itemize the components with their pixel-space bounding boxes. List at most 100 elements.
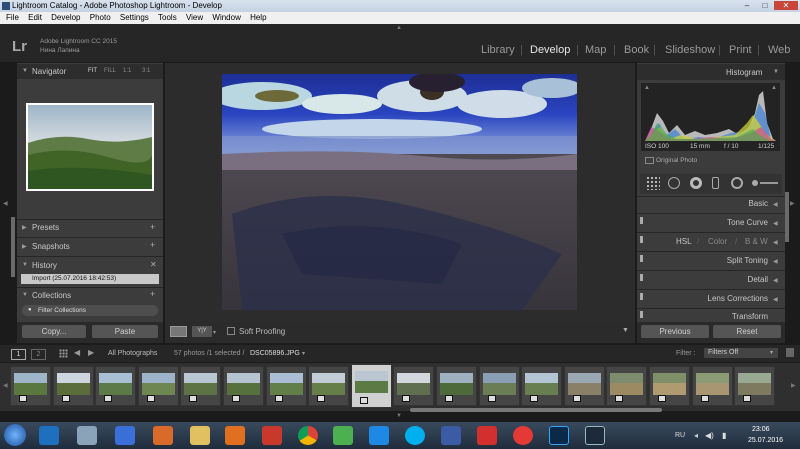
grid-view-icon[interactable]: [59, 349, 68, 358]
filmstrip-scroll-right-icon[interactable]: ▶: [791, 382, 796, 389]
lens-corrections-section-title[interactable]: Lens Corrections: [640, 294, 768, 303]
selected-filename[interactable]: DSC05896.JPG: [250, 350, 300, 357]
transform-section-title[interactable]: Transform: [640, 312, 768, 321]
menu-settings[interactable]: Settings: [120, 13, 149, 22]
zoom-3-1[interactable]: 3:1: [142, 68, 150, 74]
volume-icon[interactable]: ◀): [705, 431, 714, 440]
add-preset-icon[interactable]: +: [150, 222, 155, 232]
module-library[interactable]: Library: [481, 44, 515, 56]
soft-proofing-checkbox[interactable]: [227, 327, 235, 335]
hsl-toggle[interactable]: [640, 236, 643, 243]
internet-explorer-taskbar-icon[interactable]: [369, 426, 389, 445]
outlook-taskbar-icon[interactable]: [39, 426, 59, 445]
collapse-left-icon[interactable]: ◀: [3, 200, 8, 207]
thumbnail[interactable]: [478, 366, 520, 406]
main-window-button[interactable]: 1: [11, 349, 26, 360]
histogram-header[interactable]: [637, 64, 785, 80]
add-collection-icon[interactable]: +: [150, 289, 155, 299]
snapshots-title[interactable]: Snapshots: [32, 242, 70, 251]
creative-cloud-taskbar-icon[interactable]: [513, 426, 533, 445]
thumbnail[interactable]: [734, 366, 776, 406]
chevron-down-icon[interactable]: ▾: [213, 329, 216, 336]
close-button[interactable]: ✕: [774, 1, 798, 10]
tone-curve-section-title[interactable]: Tone Curve: [640, 218, 768, 227]
thumbnail[interactable]: [223, 366, 264, 406]
back-arrow-icon[interactable]: ◀: [74, 348, 80, 357]
brush-slider[interactable]: [760, 182, 778, 184]
vpn-taskbar-icon[interactable]: [441, 426, 461, 445]
paste-button[interactable]: Paste: [92, 325, 158, 338]
app-taskbar-icon[interactable]: [262, 426, 282, 445]
language-indicator[interactable]: RU: [675, 432, 685, 439]
copy-button[interactable]: Copy...: [22, 325, 86, 338]
collapse-bottom-icon[interactable]: ▼: [396, 413, 402, 419]
thumbnail[interactable]: [137, 366, 179, 406]
crop-overlay-icon[interactable]: [646, 176, 660, 190]
history-title[interactable]: History: [32, 261, 57, 270]
basic-section-title[interactable]: Basic: [640, 199, 768, 208]
detail-expand-icon[interactable]: ◀: [773, 277, 778, 284]
calculator-taskbar-icon[interactable]: [77, 426, 97, 445]
clear-history-icon[interactable]: ✕: [150, 260, 157, 269]
menu-develop[interactable]: Develop: [51, 13, 80, 22]
graduated-filter-icon[interactable]: [712, 177, 719, 189]
thumbnail[interactable]: [563, 366, 605, 406]
history-item[interactable]: Import (25.07.2016 18:42:53): [21, 274, 159, 284]
filter-dropdown[interactable]: Filters Off: [704, 348, 778, 358]
module-develop[interactable]: Develop: [530, 44, 570, 56]
thumbnail[interactable]: [436, 366, 477, 406]
start-button[interactable]: [4, 424, 26, 446]
original-photo-checkbox[interactable]: [645, 157, 654, 164]
thumbnail[interactable]: [265, 366, 307, 406]
thumbnail-selected[interactable]: [350, 364, 392, 408]
navigator-preview[interactable]: [26, 103, 154, 191]
menu-file[interactable]: File: [6, 13, 19, 22]
tray-arrow-icon[interactable]: ◂: [694, 431, 698, 440]
reset-button[interactable]: Reset: [713, 325, 781, 338]
clock-date[interactable]: 25.07.2016: [748, 437, 783, 444]
collapse-right-icon[interactable]: ▶: [790, 200, 795, 207]
snapshots-expand-icon[interactable]: ▶: [22, 243, 27, 250]
photoshop-taskbar-icon[interactable]: [549, 426, 569, 445]
forward-arrow-icon[interactable]: ▶: [88, 348, 94, 357]
collapse-top-icon[interactable]: ▲: [396, 25, 402, 31]
acrobat-taskbar-icon[interactable]: [477, 426, 497, 445]
detail-section-title[interactable]: Detail: [640, 275, 768, 284]
menu-tools[interactable]: Tools: [158, 13, 177, 22]
loupe-view-button[interactable]: [170, 326, 187, 337]
thumbnail[interactable]: [393, 366, 435, 406]
module-map[interactable]: Map: [585, 44, 606, 56]
filename-menu-icon[interactable]: ▾: [302, 350, 305, 357]
red-eye-icon[interactable]: [690, 177, 702, 189]
module-web[interactable]: Web: [768, 44, 790, 56]
thumbnail[interactable]: [521, 366, 563, 406]
filmstrip-scroll-left-icon[interactable]: ◀: [3, 382, 8, 389]
paint-taskbar-icon[interactable]: [153, 426, 173, 445]
maximize-button[interactable]: □: [756, 1, 774, 10]
previous-button[interactable]: Previous: [641, 325, 709, 338]
source-label[interactable]: All Photographs: [108, 350, 157, 357]
menu-view[interactable]: View: [186, 13, 203, 22]
menu-window[interactable]: Window: [212, 13, 240, 22]
left-panel-scrollbar[interactable]: [11, 217, 15, 277]
split-toning-section-title[interactable]: Split Toning: [640, 256, 768, 265]
adjustment-brush-icon[interactable]: [752, 180, 758, 186]
zoom-fill[interactable]: FILL: [104, 68, 116, 74]
skype-taskbar-icon[interactable]: [405, 426, 425, 445]
history-collapse-icon[interactable]: ▼: [22, 262, 28, 268]
collections-collapse-icon[interactable]: ▼: [22, 292, 28, 298]
thumbnail[interactable]: [606, 366, 648, 406]
thumbnail[interactable]: [180, 366, 222, 406]
thumbnail[interactable]: [308, 366, 350, 406]
add-snapshot-icon[interactable]: +: [150, 240, 155, 250]
highlight-clipping-icon[interactable]: ▲: [771, 85, 777, 91]
icq-taskbar-icon[interactable]: [333, 426, 353, 445]
filter-collections-field[interactable]: Filter Collections: [22, 305, 158, 316]
network-taskbar-icon[interactable]: [115, 426, 135, 445]
thumbnail[interactable]: [691, 366, 733, 406]
bw-tab[interactable]: B & W: [745, 237, 768, 246]
secondary-window-button[interactable]: 2: [31, 349, 46, 360]
shadow-clipping-icon[interactable]: ▲: [644, 85, 650, 91]
lens-corrections-expand-icon[interactable]: ◀: [773, 296, 778, 303]
zoom-1-1[interactable]: 1:1: [123, 68, 131, 74]
